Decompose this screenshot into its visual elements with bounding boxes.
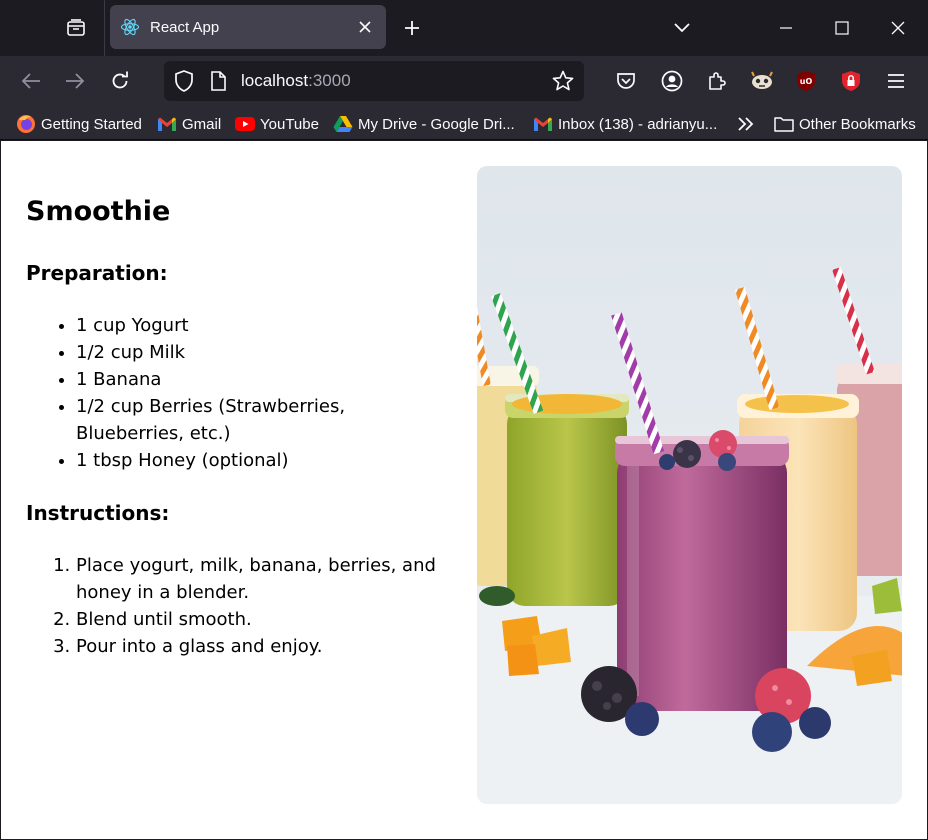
bookmark-google-drive[interactable]: My Drive - Google Dri... (333, 113, 515, 135)
firefox-view-icon (67, 19, 85, 36)
close-icon (891, 21, 905, 35)
extensions-button[interactable] (703, 67, 731, 95)
tab-close-icon[interactable] (354, 16, 376, 38)
instruction-step: Blend until smooth. (76, 606, 456, 633)
pocket-icon (617, 73, 635, 89)
tampermonkey-extension-button[interactable] (748, 67, 776, 95)
pocket-button[interactable] (612, 67, 640, 95)
url-host: localhost (241, 71, 309, 90)
more-bookmarks-button[interactable] (736, 113, 756, 135)
account-icon (661, 70, 683, 92)
new-tab-button[interactable] (398, 14, 426, 42)
maximize-button[interactable] (814, 0, 870, 56)
page-content: Smoothie Preparation: 1 cup Yogurt 1/2 c… (1, 141, 927, 839)
arrow-right-icon (66, 73, 85, 89)
hamburger-menu-icon (888, 74, 904, 88)
bookmark-youtube[interactable]: YouTube (235, 113, 319, 135)
bookmarks-toolbar: Getting Started Gmail YouTube My Drive -… (0, 106, 928, 140)
youtube-icon (235, 114, 255, 134)
preparation-heading: Preparation: (26, 261, 168, 285)
bookmark-label: Getting Started (41, 115, 142, 133)
back-button[interactable] (15, 65, 47, 97)
tab-separator (104, 0, 105, 56)
list-all-tabs-button[interactable] (668, 14, 696, 42)
browser-window: React App localhost:3000 uO Getting Star… (0, 0, 928, 840)
ublock-icon: uO (797, 71, 815, 91)
other-bookmarks-folder[interactable]: Other Bookmarks (774, 113, 916, 135)
url-port: :3000 (308, 71, 351, 90)
shield-icon[interactable] (172, 69, 196, 93)
close-window-button[interactable] (870, 0, 926, 56)
firefox-view-button[interactable] (56, 12, 96, 44)
instruction-step: Place yogurt, milk, banana, berries, and… (76, 552, 456, 606)
bookmark-label: Inbox (138) - adrianyu... (558, 115, 718, 133)
chevron-down-icon (674, 23, 690, 33)
bookmark-inbox[interactable]: Inbox (138) - adrianyu... (533, 113, 717, 135)
ublock-origin-button[interactable]: uO (792, 67, 820, 95)
other-bookmarks-label: Other Bookmarks (799, 115, 916, 133)
page-icon[interactable] (206, 69, 230, 93)
url-text[interactable]: localhost:3000 (241, 71, 351, 91)
bookmark-getting-started[interactable]: Getting Started (16, 113, 142, 135)
ingredient-item: 1 tbsp Honey (optional) (76, 447, 456, 474)
tab-title: React App (150, 18, 220, 36)
reload-button[interactable] (104, 65, 136, 97)
app-menu-button[interactable] (882, 67, 910, 95)
arrow-left-icon (21, 73, 40, 89)
double-chevron-right-icon (738, 117, 754, 131)
account-button[interactable] (658, 67, 686, 95)
reload-icon (112, 71, 128, 89)
monkey-icon (751, 71, 773, 89)
bookmark-label: YouTube (260, 115, 319, 133)
lock-shield-icon (842, 71, 860, 91)
puzzle-icon (709, 72, 726, 90)
bookmark-label: My Drive - Google Dri... (358, 115, 515, 133)
svg-text:uO: uO (800, 77, 813, 86)
instruction-step: Pour into a glass and enjoy. (76, 633, 456, 660)
bookmark-star-icon[interactable] (550, 68, 576, 94)
ingredient-item: 1 cup Yogurt (76, 312, 456, 339)
ingredients-list: 1 cup Yogurt 1/2 cup Milk 1 Banana 1/2 c… (76, 312, 456, 474)
navigation-toolbar: localhost:3000 uO (0, 56, 928, 106)
firefox-icon (16, 114, 36, 134)
bookmark-label: Gmail (182, 115, 222, 133)
gmail-icon (533, 114, 553, 134)
ingredient-item: 1/2 cup Milk (76, 339, 456, 366)
minimize-button[interactable] (758, 0, 814, 56)
plus-icon (405, 21, 419, 35)
instructions-heading: Instructions: (26, 501, 170, 525)
instructions-list: Place yogurt, milk, banana, berries, and… (76, 552, 456, 660)
smoothie-photo (477, 166, 902, 804)
react-icon (120, 17, 140, 37)
tab-strip: React App (0, 0, 928, 56)
google-drive-icon (333, 114, 353, 134)
privacy-extension-button[interactable] (837, 67, 865, 95)
address-bar[interactable]: localhost:3000 (164, 61, 584, 101)
gmail-icon (157, 114, 177, 134)
bookmark-gmail[interactable]: Gmail (157, 113, 221, 135)
forward-button[interactable] (59, 65, 91, 97)
ingredient-item: 1 Banana (76, 366, 456, 393)
folder-icon (774, 114, 794, 134)
minimize-icon (780, 27, 792, 29)
maximize-icon (835, 21, 849, 35)
recipe-title: Smoothie (26, 196, 171, 227)
ingredient-item: 1/2 cup Berries (Strawberries, Blueberri… (76, 393, 456, 447)
tab-react-app[interactable]: React App (110, 5, 386, 49)
